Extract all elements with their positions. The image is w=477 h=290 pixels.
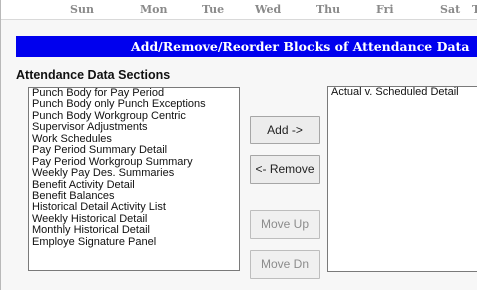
day-thursday: Thu xyxy=(316,3,341,16)
available-section-option[interactable]: Pay Period Summary Detail xyxy=(29,144,239,156)
day-monday: Mon xyxy=(140,3,168,16)
selected-sections-list[interactable]: Actual v. Scheduled Detail xyxy=(327,86,477,272)
day-next-cutoff: T xyxy=(472,3,477,16)
day-wednesday: Wed xyxy=(255,3,282,16)
remove-button[interactable]: <- Remove xyxy=(250,155,320,184)
available-section-option[interactable]: Monthly Historical Detail xyxy=(29,224,239,236)
available-sections-list[interactable]: Punch Body for Pay Period Punch Body onl… xyxy=(28,87,240,271)
day-friday: Fri xyxy=(376,3,394,16)
calendar-days-header: Sun Mon Tue Wed Thu Fri Sat T xyxy=(1,0,477,20)
day-tuesday: Tue xyxy=(202,3,225,16)
dialog-title: Add/Remove/Reorder Blocks of Attendance … xyxy=(16,36,477,57)
move-up-button[interactable]: Move Up xyxy=(250,210,320,239)
day-saturday: Sat xyxy=(440,3,461,16)
available-section-option[interactable]: Weekly Pay Des. Summaries xyxy=(29,167,239,179)
section-heading: Attendance Data Sections xyxy=(16,68,171,82)
move-down-button[interactable]: Move Dn xyxy=(250,250,320,279)
attendance-data-dialog: Sun Mon Tue Wed Thu Fri Sat T Add/Remove… xyxy=(0,0,477,290)
add-button[interactable]: Add -> xyxy=(250,116,320,144)
selected-section-option[interactable]: Actual v. Scheduled Detail xyxy=(328,87,477,98)
day-sunday: Sun xyxy=(70,3,94,16)
available-section-option[interactable]: Employe Signature Panel xyxy=(29,236,239,248)
